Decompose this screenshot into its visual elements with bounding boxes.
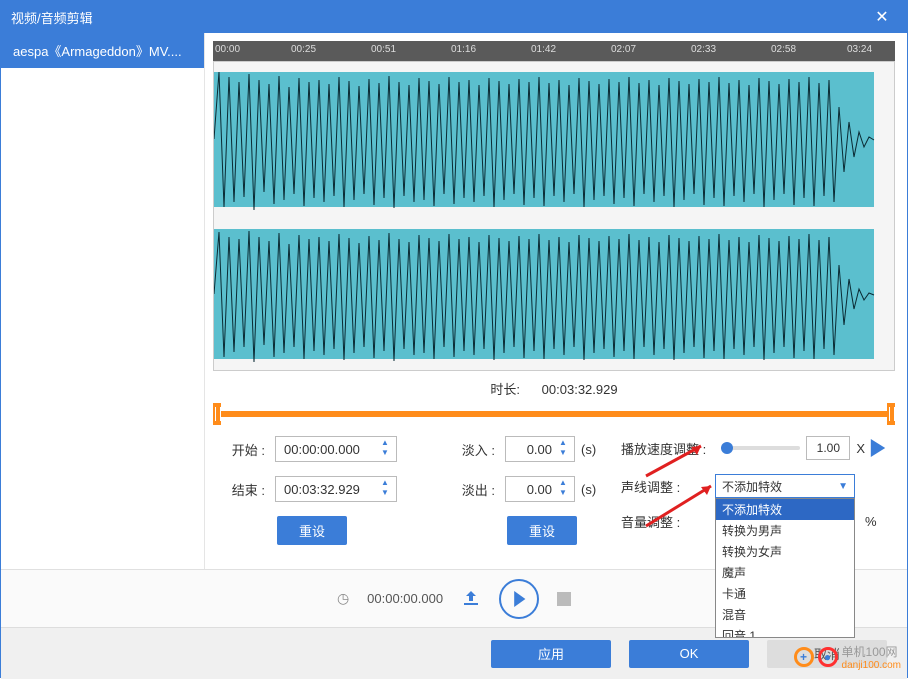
sidebar: aespa《Armageddon》MV.... bbox=[1, 33, 205, 569]
voice-option[interactable]: 回音 1 bbox=[716, 625, 854, 638]
fadeout-unit: (s) bbox=[581, 482, 596, 497]
reset-fade-button[interactable]: 重设 bbox=[507, 516, 577, 545]
timeline-ruler[interactable]: 00:00 00:25 00:51 01:16 01:42 02:07 02:3… bbox=[213, 41, 895, 61]
duration-label: 时长: bbox=[490, 382, 520, 397]
range-track bbox=[219, 411, 889, 417]
spinner-down-icon[interactable]: ▼ bbox=[556, 449, 570, 459]
voice-dropdown-list: 不添加特效 转换为男声 转换为女声 魔声 卡通 混音 回音 1 回音 2 bbox=[715, 498, 855, 638]
spinner-down-icon[interactable]: ▼ bbox=[378, 489, 392, 499]
fadein-label: 淡入 : bbox=[451, 440, 495, 459]
ruler-tick: 01:16 bbox=[451, 44, 476, 55]
start-label: 开始 : bbox=[221, 440, 265, 459]
spinner-down-icon[interactable]: ▼ bbox=[378, 449, 392, 459]
volume-unit: % bbox=[865, 514, 877, 529]
fadeout-input[interactable]: 0.00 ▲▼ bbox=[505, 476, 575, 502]
stop-button[interactable] bbox=[557, 592, 571, 606]
watermark: + ● 单机100网 danji100.com bbox=[794, 643, 901, 671]
chevron-down-icon: ▼ bbox=[838, 481, 848, 492]
watermark-icon: ● bbox=[818, 647, 838, 667]
reset-time-button[interactable]: 重设 bbox=[277, 516, 347, 545]
export-icon[interactable] bbox=[461, 589, 481, 609]
apply-button[interactable]: 应用 bbox=[491, 640, 611, 668]
volume-label: 音量调整 : bbox=[621, 512, 709, 531]
speed-x: X bbox=[856, 441, 865, 456]
speed-slider-knob[interactable] bbox=[721, 442, 733, 454]
playback-time: 00:00:00.000 bbox=[367, 591, 443, 606]
waveform-right-channel bbox=[214, 217, 894, 371]
ruler-tick: 01:42 bbox=[531, 44, 556, 55]
sidebar-item-file[interactable]: aespa《Armageddon》MV.... bbox=[1, 33, 204, 68]
ruler-tick: 02:58 bbox=[771, 44, 796, 55]
play-button[interactable] bbox=[499, 579, 539, 619]
ruler-tick: 02:33 bbox=[691, 44, 716, 55]
voice-option[interactable]: 卡通 bbox=[716, 583, 854, 604]
window-title: 视频/音频剪辑 bbox=[11, 8, 867, 27]
fadein-input[interactable]: 0.00 ▲▼ bbox=[505, 436, 575, 462]
ok-button[interactable]: OK bbox=[629, 640, 749, 668]
close-icon[interactable]: ✕ bbox=[867, 7, 897, 27]
voice-option[interactable]: 转换为女声 bbox=[716, 541, 854, 562]
fadeout-label: 淡出 : bbox=[451, 480, 495, 499]
speed-slider[interactable] bbox=[721, 446, 800, 450]
watermark-icon: + bbox=[794, 647, 814, 667]
ruler-tick: 00:25 bbox=[291, 44, 316, 55]
ruler-tick: 03:24 bbox=[847, 44, 872, 55]
voice-option[interactable]: 混音 bbox=[716, 604, 854, 625]
waveform-left-channel bbox=[214, 62, 894, 217]
spinner-down-icon[interactable]: ▼ bbox=[556, 489, 570, 499]
preview-play-icon[interactable] bbox=[869, 439, 887, 457]
titlebar: 视频/音频剪辑 ✕ bbox=[1, 1, 907, 33]
voice-option[interactable]: 魔声 bbox=[716, 562, 854, 583]
voice-dropdown[interactable]: 不添加特效 ▼ bbox=[715, 474, 855, 498]
clock-icon: ◷ bbox=[337, 590, 349, 607]
voice-option[interactable]: 转换为男声 bbox=[716, 520, 854, 541]
speed-label: 播放速度调整 : bbox=[621, 439, 709, 458]
end-label: 结束 : bbox=[221, 480, 265, 499]
speed-value[interactable]: 1.00 bbox=[806, 436, 850, 460]
duration-row: 时长: 00:03:32.929 bbox=[213, 371, 895, 402]
ruler-tick: 00:00 bbox=[215, 44, 240, 55]
ruler-tick: 02:07 bbox=[611, 44, 636, 55]
main-panel: 00:00 00:25 00:51 01:16 01:42 02:07 02:3… bbox=[205, 33, 907, 569]
range-handle-start[interactable] bbox=[213, 403, 221, 425]
start-time-input[interactable]: 00:00:00.000 ▲▼ bbox=[275, 436, 397, 462]
ruler-tick: 00:51 bbox=[371, 44, 396, 55]
end-time-input[interactable]: 00:03:32.929 ▲▼ bbox=[275, 476, 397, 502]
voice-option[interactable]: 不添加特效 bbox=[716, 499, 854, 520]
duration-value: 00:03:32.929 bbox=[542, 382, 618, 397]
waveform-display[interactable] bbox=[213, 61, 895, 371]
range-slider[interactable] bbox=[213, 406, 895, 422]
range-handle-end[interactable] bbox=[887, 403, 895, 425]
fadein-unit: (s) bbox=[581, 442, 596, 457]
voice-label: 声线调整 : bbox=[621, 477, 709, 496]
